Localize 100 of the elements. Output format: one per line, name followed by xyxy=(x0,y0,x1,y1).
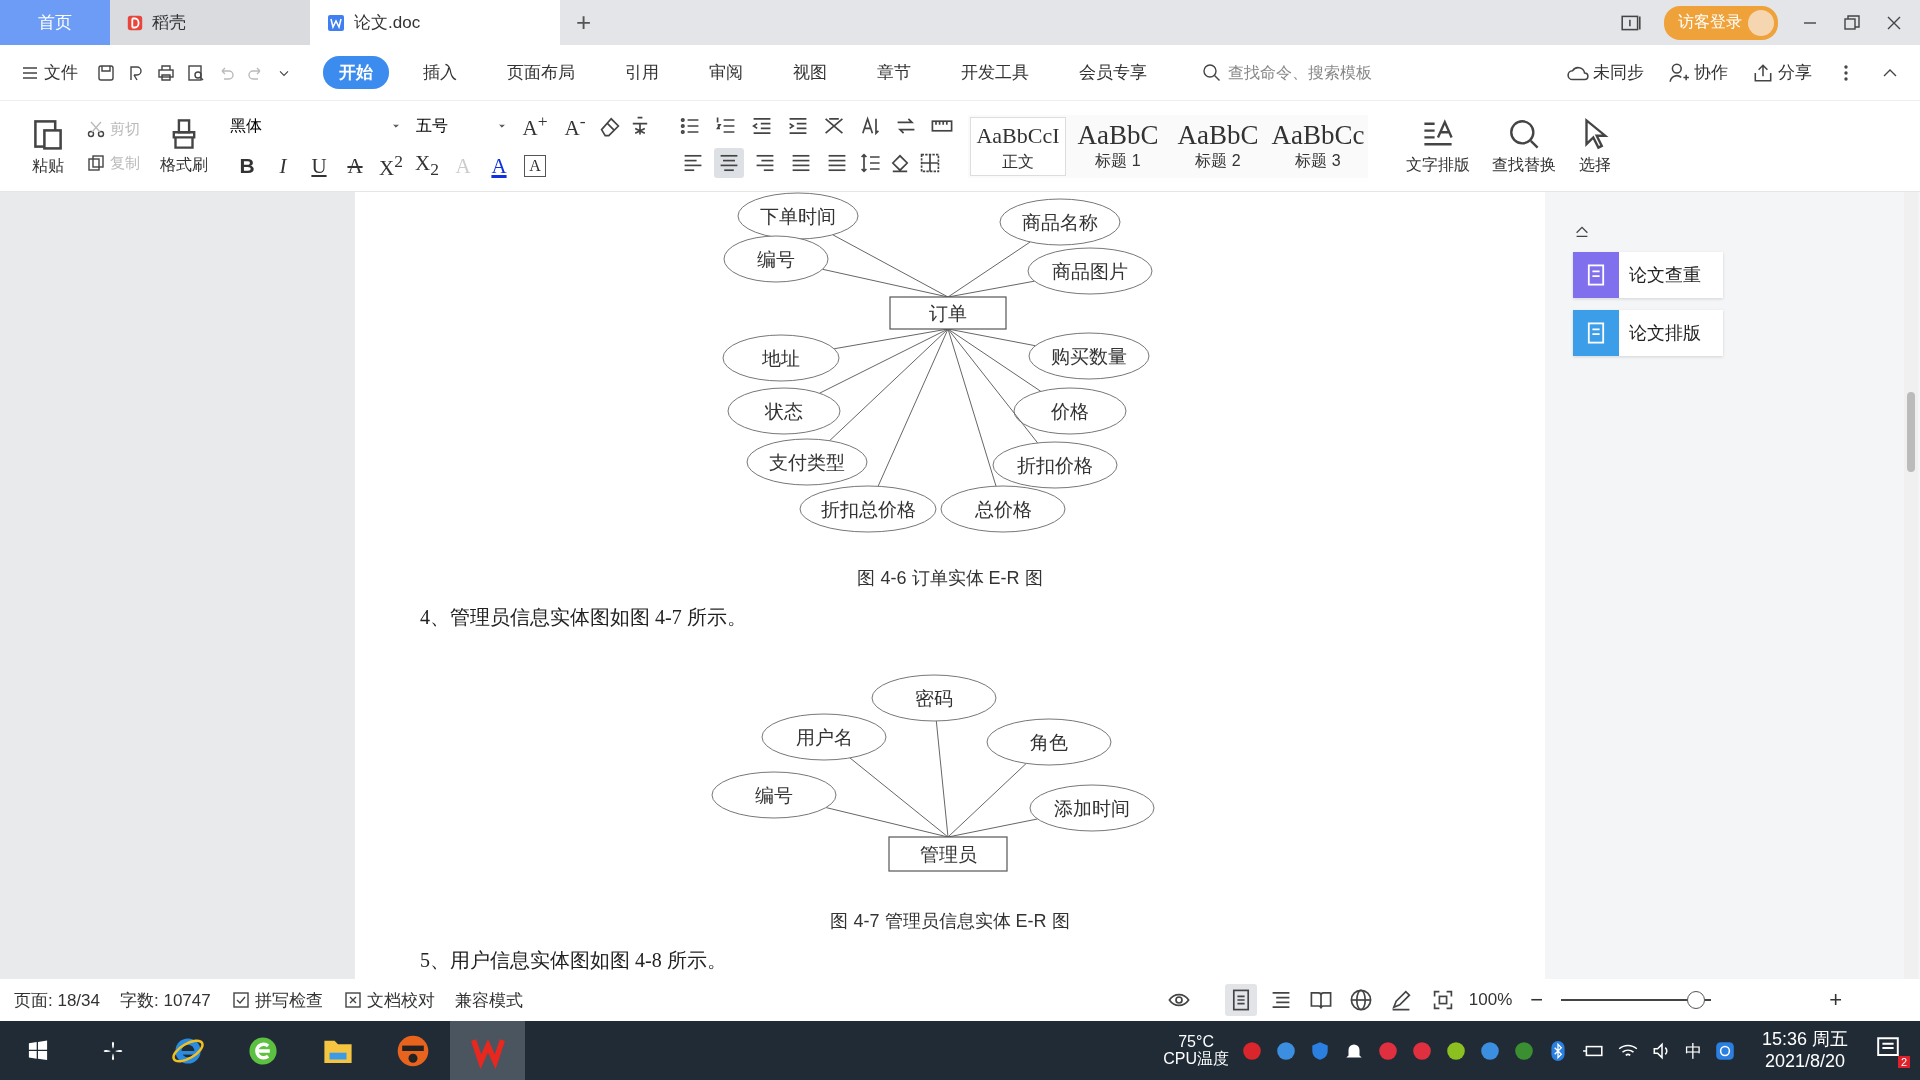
text-format-button[interactable]: U xyxy=(302,151,336,181)
align-center-button[interactable] xyxy=(714,148,744,178)
ribbon-tab[interactable]: 开发工具 xyxy=(945,56,1045,89)
text-format-button[interactable]: B xyxy=(230,151,264,181)
attribute-label: 商品图片 xyxy=(1052,261,1128,282)
ribbon-tab[interactable]: 章节 xyxy=(861,56,927,89)
document-icon xyxy=(326,12,346,33)
file-menu[interactable]: 文件 xyxy=(20,61,78,84)
select-button[interactable]: 选择 xyxy=(1574,114,1616,178)
notification-count: 2 xyxy=(1897,1056,1910,1068)
style-preset[interactable]: AaBbCc 标题 3 xyxy=(1270,116,1366,176)
entity-label: 订单 xyxy=(929,303,967,324)
paper-tool-button[interactable]: 论文查重 xyxy=(1573,252,1723,298)
line-spacing-icon[interactable] xyxy=(858,151,882,175)
page-view-icon-button[interactable] xyxy=(1224,984,1257,1016)
restore-icon[interactable] xyxy=(1842,12,1862,33)
globe-icon xyxy=(1348,988,1373,1012)
system-clock[interactable]: 15:36 周五 2021/8/20 xyxy=(1761,1029,1848,1073)
save-icon[interactable] xyxy=(96,62,116,83)
text-layout-button[interactable]: 文字排版 xyxy=(1402,114,1474,178)
format-painter-button[interactable]: 格式刷 xyxy=(156,114,212,178)
style-preset[interactable]: AaBbCcI 正文 xyxy=(970,116,1066,176)
attribute-label: 下单时间 xyxy=(760,206,836,227)
scrollbar[interactable] xyxy=(1904,192,1918,979)
compat-mode-label: 兼容模式 xyxy=(454,989,523,1012)
attribute-label: 商品名称 xyxy=(1022,212,1098,233)
collaborate-button[interactable]: 协作 xyxy=(1668,61,1728,84)
attribute-label: 价格 xyxy=(1051,401,1089,422)
text-format-button[interactable]: A xyxy=(482,151,516,181)
person-plus-icon xyxy=(1668,61,1690,84)
tab-label: 稻壳 xyxy=(152,12,186,34)
font-size-button[interactable]: A$^{+}$ xyxy=(518,111,552,141)
x-box-icon xyxy=(342,990,363,1010)
scissors-icon xyxy=(86,119,106,139)
text-format-button[interactable]: X$_{2}$ xyxy=(410,151,444,181)
attribute-label: 用户名 xyxy=(795,727,853,748)
spell-check-button[interactable]: 拼写检查 xyxy=(230,988,323,1012)
zoom-out-button[interactable]: − xyxy=(1526,987,1548,1013)
print-preview-icon[interactable] xyxy=(186,62,206,83)
proofread-button[interactable]: 文档校对 xyxy=(342,988,435,1012)
figure-caption: 图 4-7 管理员信息实体 E-R 图 xyxy=(829,910,1071,933)
attribute-label: 折扣总价格 xyxy=(820,499,916,520)
slider-thumb[interactable] xyxy=(1687,991,1706,1009)
zoom-level[interactable]: 100% xyxy=(1468,990,1513,1010)
ribbon-tab[interactable]: 会员专享 xyxy=(1063,56,1163,89)
app-tray-icon[interactable] xyxy=(1444,1040,1467,1062)
body-paragraph: 4、管理员信息实体图如图 4-7 所示。 xyxy=(420,605,748,630)
document-tab[interactable]: 稻壳 xyxy=(110,0,310,45)
word-count: 字数: 10747 xyxy=(120,989,211,1012)
sync-button[interactable]: 未同步 xyxy=(1567,61,1644,84)
attribute-label: 支付类型 xyxy=(769,452,845,473)
figure-caption: 图 4-6 订单实体 E-R 图 xyxy=(856,567,1044,590)
font-size-button[interactable]: A$^{-}$ xyxy=(558,111,592,141)
attribute-label: 折扣价格 xyxy=(1017,455,1093,476)
ribbon-tab[interactable]: 页面布局 xyxy=(491,56,591,89)
ribbon-tab[interactable]: 插入 xyxy=(407,56,473,89)
attribute-label: 编号 xyxy=(755,785,793,806)
style-preset[interactable]: AaBbC 标题 2 xyxy=(1170,116,1266,176)
attribute-label: 添加时间 xyxy=(1054,798,1130,819)
input-method-indicator[interactable]: 中 xyxy=(1684,1039,1702,1063)
avatar-icon xyxy=(1748,9,1774,36)
cpu-temperature[interactable]: 75°C CPU温度 xyxy=(1163,1034,1229,1068)
text-format-button[interactable]: I xyxy=(266,151,300,181)
find-replace-button[interactable]: 查找替换 xyxy=(1488,114,1560,178)
ribbon-tab[interactable]: 审阅 xyxy=(693,56,759,89)
attribute-label: 地址 xyxy=(762,348,800,369)
print-icon[interactable] xyxy=(156,62,176,83)
attribute-label: 密码 xyxy=(915,688,953,709)
attribute-label: 总价格 xyxy=(974,499,1032,520)
attribute-label: 角色 xyxy=(1030,732,1068,753)
attribute-label: 编号 xyxy=(757,249,795,270)
text-format-button[interactable]: A xyxy=(338,151,372,181)
font-name-dropdown[interactable]: 黑体 xyxy=(226,113,406,139)
text-format-button[interactable]: A xyxy=(524,155,546,177)
search-icon xyxy=(1202,62,1222,83)
zoom-in-button[interactable]: + xyxy=(1825,987,1846,1013)
entity-label: 管理员 xyxy=(919,844,977,865)
font-size-dropdown[interactable]: 五号 xyxy=(412,113,512,139)
app-tray-icon[interactable] xyxy=(1713,1040,1736,1062)
border-grid-icon[interactable] xyxy=(918,151,942,175)
command-search-field[interactable]: 查找命令、搜索模板 xyxy=(1202,62,1430,83)
docer-logo-icon xyxy=(126,13,144,32)
notification-button[interactable]: 2 xyxy=(1874,1034,1910,1068)
copy-icon xyxy=(86,153,106,173)
new-tab-button[interactable]: + xyxy=(560,0,608,45)
ribbon-tab[interactable]: 引用 xyxy=(609,56,675,89)
page-count: 页面: 18/34 xyxy=(14,989,100,1012)
attribute-label: 购买数量 xyxy=(1051,346,1127,367)
paper-tool-button[interactable]: 论文排版 xyxy=(1573,310,1723,356)
text-format-button[interactable]: X$^{2}$ xyxy=(374,151,408,181)
tab-label: 首页 xyxy=(38,12,72,34)
paste-button[interactable]: 粘贴 xyxy=(26,113,70,179)
ribbon-tab[interactable]: 视图 xyxy=(777,56,843,89)
style-preset[interactable]: AaBbC 标题 1 xyxy=(1070,116,1166,176)
attribute-label: 状态 xyxy=(765,401,803,422)
tab-label: 论文.doc xyxy=(354,12,421,34)
checkbox-icon xyxy=(230,990,251,1010)
body-paragraph: 5、用户信息实体图如图 4-8 所示。 xyxy=(420,948,728,973)
document-tab[interactable]: 论文.doc xyxy=(310,0,560,45)
share-button[interactable]: 分享 xyxy=(1752,61,1812,84)
